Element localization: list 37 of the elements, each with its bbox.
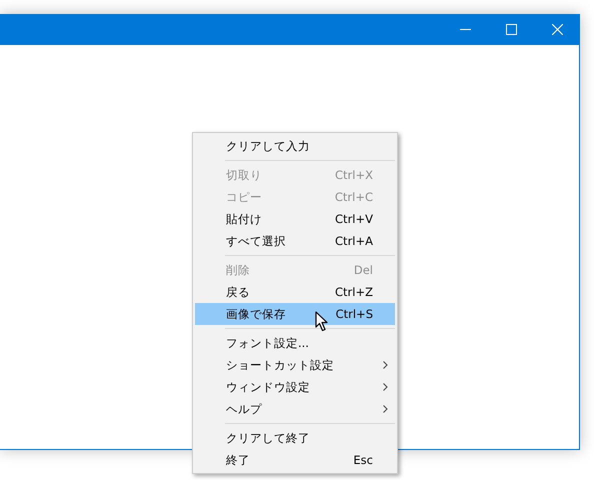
menu-item[interactable]: クリアして終了 (195, 427, 395, 449)
shortcut-text: Ctrl+C (334, 190, 373, 204)
shortcut-text: Ctrl+A (335, 234, 373, 248)
menu-item-label: クリアして終了 (226, 430, 310, 446)
menu-item-label: クリアして入力 (226, 138, 310, 154)
menu-item-label: 切取り (226, 168, 262, 182)
shortcut-text: Esc (353, 453, 373, 467)
menu-item[interactable]: ウィンドウ設定 (195, 376, 395, 398)
menu-item-label: ヘルプ (226, 402, 262, 416)
close-icon (552, 24, 562, 35)
menu-item-label: 終了 (226, 452, 250, 468)
menu-item[interactable]: すべて選択 Ctrl+A (195, 230, 395, 252)
menu-item-label: 戻る (226, 284, 250, 300)
menu-item[interactable]: フォント設定... (195, 332, 395, 354)
menu-item-label: すべて選択 (226, 234, 286, 248)
menu-item[interactable]: 終了 Esc (195, 449, 395, 471)
shortcut-text: Ctrl+X (335, 168, 373, 182)
menu-item-label: 削除 (226, 262, 250, 278)
menu-item-label: 貼付け (226, 212, 262, 226)
shortcut-text: Ctrl+V (335, 212, 373, 226)
menu-item[interactable]: ショートカット設定 (195, 354, 395, 376)
menu-item[interactable]: クリアして入力 (195, 135, 395, 157)
menu-item[interactable]: 貼付け Ctrl+V (195, 208, 395, 230)
shortcut-text: Del (354, 263, 373, 277)
menu-item[interactable]: 画像で保存 Ctrl+S (195, 303, 395, 325)
minimize-icon (460, 29, 470, 30)
menu-item-label: フォント設定... (226, 336, 309, 350)
shortcut-text: Ctrl+Z (335, 285, 373, 299)
menu-item[interactable]: ヘルプ (195, 398, 395, 420)
menu-item-label: ショートカット設定 (226, 358, 334, 372)
mouse-pointer-icon (315, 311, 329, 332)
menu-item[interactable]: 戻る Ctrl+Z (195, 281, 395, 303)
menu-item-label: コピー (226, 190, 262, 204)
menu-item-label: ウィンドウ設定 (226, 380, 310, 394)
maximize-icon (506, 24, 516, 35)
shortcut-text: Ctrl+S (336, 307, 373, 321)
menu-item-label: 画像で保存 (226, 306, 286, 322)
